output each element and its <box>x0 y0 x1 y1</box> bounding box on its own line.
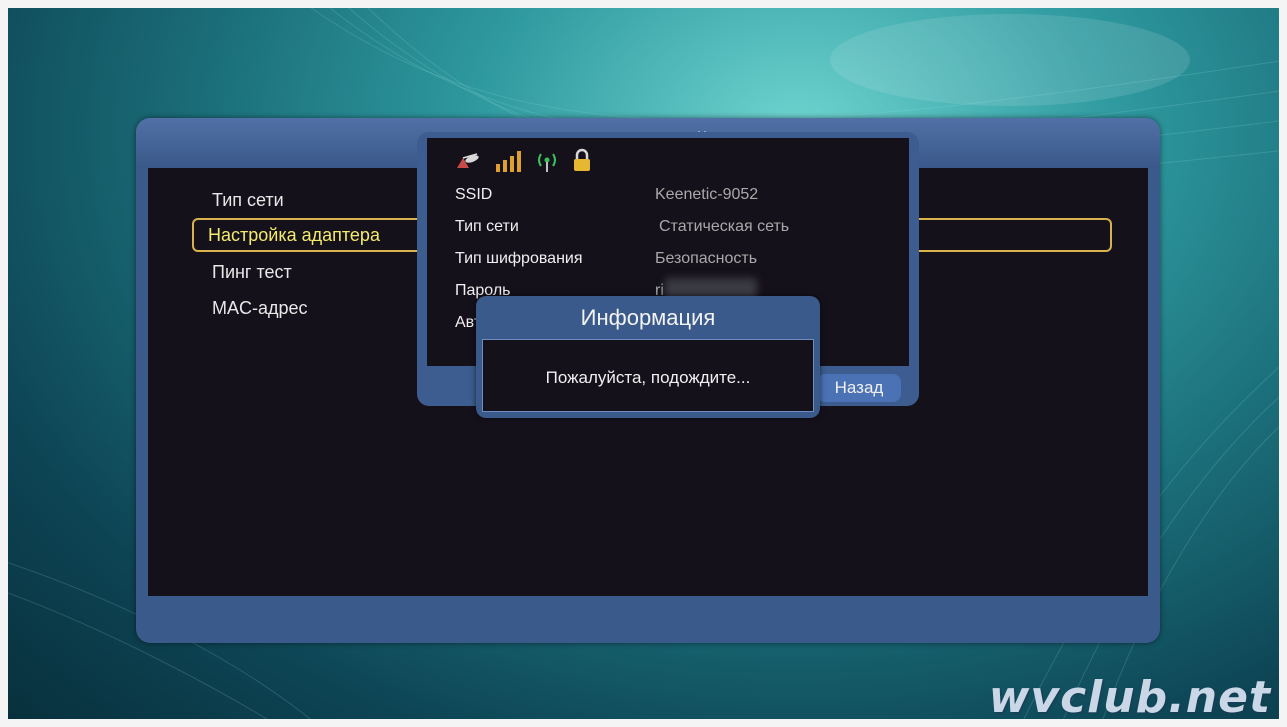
dialog-title: Информация <box>580 305 716 330</box>
label-ssid: SSID <box>455 186 493 203</box>
info-dialog: Информация Пожалуйста, подождите... <box>476 296 820 418</box>
value-network-type: Статическая сеть <box>659 218 790 235</box>
lock-icon <box>574 148 590 171</box>
menu-item-network-type[interactable]: Тип сети <box>212 184 284 216</box>
label-network-type: Тип сети <box>455 218 519 235</box>
menu-item-mac-address[interactable]: MAC-адрес <box>212 292 308 324</box>
dialog-body: Пожалуйста, подождите... <box>482 339 814 412</box>
satellite-dish-icon <box>457 153 479 168</box>
status-icons <box>453 142 591 172</box>
value-ssid: Keenetic-9052 <box>655 186 759 203</box>
value-encryption: Безопасность <box>655 250 758 267</box>
antenna-icon <box>538 153 556 172</box>
back-button[interactable]: Назад <box>817 374 901 402</box>
label-encryption: Тип шифрования <box>455 250 583 267</box>
menu-item-ping-test[interactable]: Пинг тест <box>212 256 292 288</box>
dialog-message: Пожалуйста, подождите... <box>545 368 751 387</box>
window-footer <box>148 598 1148 643</box>
signal-bars-icon <box>496 151 521 172</box>
watermark-logo: wvclub.net <box>988 672 1271 723</box>
